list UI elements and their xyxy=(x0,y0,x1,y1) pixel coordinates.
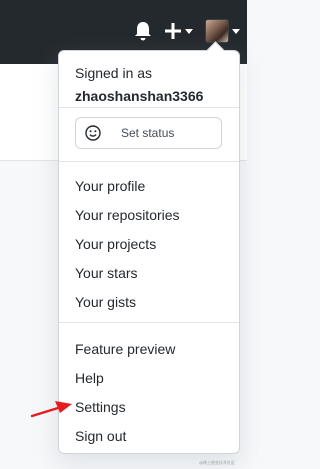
menu-item-your-profile[interactable]: Your profile xyxy=(75,177,145,195)
menu-item-settings[interactable]: Settings xyxy=(75,398,126,416)
user-dropdown-menu: Signed in as zhaoshanshan3366 Set status… xyxy=(58,41,240,454)
avatar xyxy=(205,19,229,43)
watermark: @稀土掘金技术社区 xyxy=(199,460,236,465)
menu-item-your-projects[interactable]: Your projects xyxy=(75,235,156,253)
bell-icon[interactable] xyxy=(133,20,153,42)
menu-item-your-gists[interactable]: Your gists xyxy=(75,293,136,311)
set-status-button[interactable]: Set status xyxy=(75,117,222,149)
menu-item-help[interactable]: Help xyxy=(75,369,104,387)
user-menu-button[interactable] xyxy=(205,19,243,43)
signed-in-header: Signed in as zhaoshanshan3366 xyxy=(75,63,203,106)
create-new-dropdown[interactable] xyxy=(164,19,194,43)
plus-icon xyxy=(165,23,181,39)
chevron-down-icon xyxy=(232,29,240,34)
signed-in-label: Signed in as xyxy=(75,65,153,81)
divider xyxy=(59,322,239,323)
menu-item-your-repositories[interactable]: Your repositories xyxy=(75,206,180,224)
menu-item-your-stars[interactable]: Your stars xyxy=(75,264,138,282)
menu-item-feature-preview[interactable]: Feature preview xyxy=(75,340,175,358)
menu-item-sign-out[interactable]: Sign out xyxy=(75,427,126,445)
divider xyxy=(59,107,239,108)
username[interactable]: zhaoshanshan3366 xyxy=(75,86,203,106)
chevron-down-icon xyxy=(185,29,193,34)
divider xyxy=(59,161,239,162)
annotation-arrow-icon xyxy=(30,401,72,418)
smiley-icon xyxy=(85,125,101,141)
set-status-label: Set status xyxy=(121,126,175,140)
